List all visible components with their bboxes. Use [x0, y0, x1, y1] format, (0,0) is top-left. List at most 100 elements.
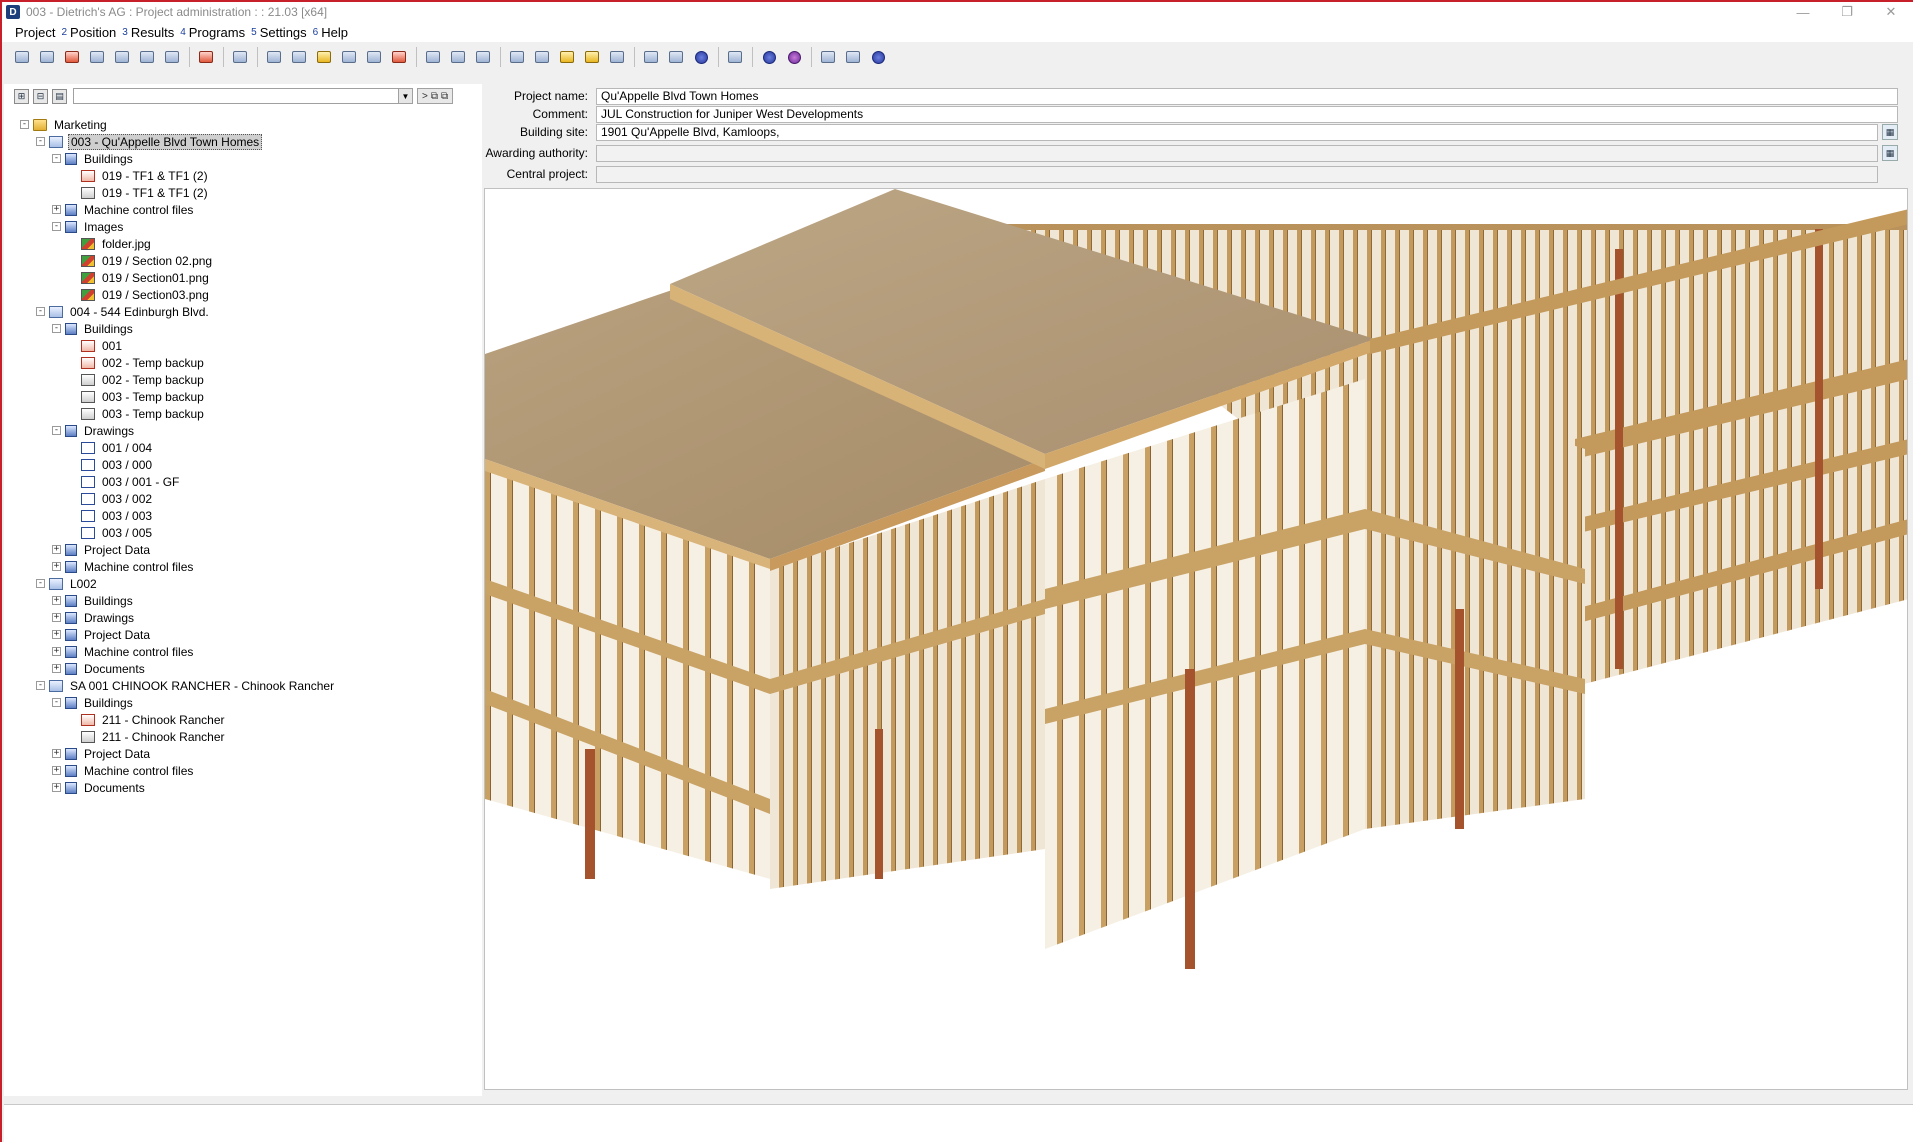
list-icon[interactable] [666, 47, 686, 67]
collapse-icon[interactable]: - [20, 120, 29, 129]
open-file-icon[interactable] [289, 47, 309, 67]
tree-node[interactable]: + Machine control files [20, 201, 480, 218]
minimize-icon[interactable]: — [1781, 2, 1825, 22]
tree-node[interactable]: - Marketing [20, 116, 480, 133]
tree-node[interactable]: 003 - Temp backup [20, 388, 480, 405]
menu-position[interactable]: 2 Position [61, 25, 116, 40]
delete-project-icon[interactable] [62, 47, 82, 67]
expand-icon[interactable]: + [52, 613, 61, 622]
tree-node[interactable]: 019 / Section01.png [20, 269, 480, 286]
scan-icon[interactable] [473, 47, 493, 67]
folder-open-icon[interactable] [557, 47, 577, 67]
tree-node[interactable]: + Documents [20, 779, 480, 796]
tree-node[interactable]: + Documents [20, 660, 480, 677]
export-project-icon[interactable] [112, 47, 132, 67]
tree-node[interactable]: + Drawings [20, 609, 480, 626]
app-logo-icon[interactable]: D [6, 5, 20, 19]
tree-node[interactable]: + Project Data [20, 626, 480, 643]
layout-icon[interactable] [582, 47, 602, 67]
user-icon[interactable] [818, 47, 838, 67]
tree-node[interactable]: - Images [20, 218, 480, 235]
paste-icon[interactable] [448, 47, 468, 67]
tree-node[interactable]: - Buildings [20, 150, 480, 167]
tree-node[interactable]: + Project Data [20, 541, 480, 558]
tree-node[interactable]: - 003 - Qu'Appelle Blvd Town Homes [20, 133, 480, 150]
tree-node[interactable]: folder.jpg [20, 235, 480, 252]
new-file-icon[interactable] [264, 47, 284, 67]
tree-node[interactable]: 003 / 002 [20, 490, 480, 507]
open-project-icon[interactable] [37, 47, 57, 67]
import-file-icon[interactable] [364, 47, 384, 67]
database-icon[interactable] [507, 47, 527, 67]
tree-options-icon[interactable]: ▤ [52, 88, 67, 104]
menu-results[interactable]: 3 Results [122, 25, 174, 40]
address-book-icon[interactable]: ▦ [1882, 145, 1898, 161]
tree-node[interactable]: 003 - Temp backup [20, 405, 480, 422]
tree-node[interactable]: 019 / Section 02.png [20, 252, 480, 269]
tree-node[interactable]: 211 - Chinook Rancher [20, 728, 480, 745]
expand-icon[interactable]: + [52, 647, 61, 656]
tree-node[interactable]: - Buildings [20, 320, 480, 337]
expand-icon[interactable]: + [52, 205, 61, 214]
chevron-down-icon[interactable]: ▼ [398, 89, 412, 103]
expand-icon[interactable]: + [52, 766, 61, 775]
tree-node[interactable]: + Machine control files [20, 643, 480, 660]
collapse-icon[interactable]: - [36, 681, 45, 690]
properties-icon[interactable] [162, 47, 182, 67]
image-file-icon[interactable] [314, 47, 334, 67]
awarding-authority-field[interactable] [596, 144, 1878, 162]
tree-node[interactable]: + Machine control files [20, 762, 480, 779]
expand-icon[interactable]: + [52, 630, 61, 639]
tree-go-button[interactable]: > ⧉ ⧉ [417, 88, 454, 104]
tree-node[interactable]: 003 / 000 [20, 456, 480, 473]
comment-field[interactable]: JUL Construction for Juniper West Develo… [596, 105, 1898, 123]
tree-node[interactable]: 003 / 005 [20, 524, 480, 541]
tree-node[interactable]: 211 - Chinook Rancher [20, 711, 480, 728]
ruler-icon[interactable] [532, 47, 552, 67]
help-icon[interactable] [759, 47, 779, 67]
close-icon[interactable]: ✕ [1869, 2, 1913, 22]
collapse-icon[interactable]: - [52, 222, 61, 231]
collapse-icon[interactable]: - [36, 579, 45, 588]
menu-project[interactable]: Project [12, 25, 55, 40]
window-icon[interactable] [423, 47, 443, 67]
new-project-icon[interactable] [12, 47, 32, 67]
export-file-icon[interactable] [339, 47, 359, 67]
menu-settings[interactable]: 5 Settings [251, 25, 307, 40]
tree-node[interactable]: 019 / Section03.png [20, 286, 480, 303]
building-site-field[interactable]: 1901 Qu'Appelle Blvd, Kamloops, [596, 123, 1878, 141]
tree-node[interactable]: 001 [20, 337, 480, 354]
import-project-icon[interactable] [137, 47, 157, 67]
tree-node[interactable]: + Machine control files [20, 558, 480, 575]
expand-icon[interactable]: + [52, 596, 61, 605]
collapse-icon[interactable]: - [36, 137, 45, 146]
expand-icon[interactable]: + [52, 562, 61, 571]
tree-node[interactable]: - SA 001 CHINOOK RANCHER - Chinook Ranche… [20, 677, 480, 694]
tree-node[interactable]: 001 / 004 [20, 439, 480, 456]
collapse-icon[interactable]: - [36, 307, 45, 316]
title-bar[interactable]: D 003 - Dietrich's AG : Project administ… [2, 2, 1913, 22]
tree-node[interactable]: + Project Data [20, 745, 480, 762]
collapse-icon[interactable]: - [52, 426, 61, 435]
settings-icon[interactable] [607, 47, 627, 67]
address-book-icon[interactable]: ▦ [1882, 124, 1898, 140]
globe-icon[interactable] [691, 47, 711, 67]
collapse-icon[interactable]: - [52, 154, 61, 163]
tree-search-input[interactable]: ▼ [73, 88, 413, 104]
tree-node[interactable]: + Buildings [20, 592, 480, 609]
download-icon[interactable] [725, 47, 745, 67]
expand-all-icon[interactable]: ⊞ [14, 88, 29, 104]
copy-project-icon[interactable] [87, 47, 107, 67]
copy-building-icon[interactable] [230, 47, 250, 67]
expand-icon[interactable]: + [52, 664, 61, 673]
expand-icon[interactable]: + [52, 749, 61, 758]
tree-node[interactable]: 003 / 003 [20, 507, 480, 524]
tree-node[interactable]: - Buildings [20, 694, 480, 711]
central-project-field[interactable] [596, 165, 1878, 183]
link-icon[interactable] [843, 47, 863, 67]
restore-icon[interactable]: ❐ [1825, 2, 1869, 22]
collapse-icon[interactable]: - [52, 324, 61, 333]
tree-node[interactable]: - L002 [20, 575, 480, 592]
tree-node[interactable]: 002 - Temp backup [20, 354, 480, 371]
collapse-icon[interactable]: - [52, 698, 61, 707]
